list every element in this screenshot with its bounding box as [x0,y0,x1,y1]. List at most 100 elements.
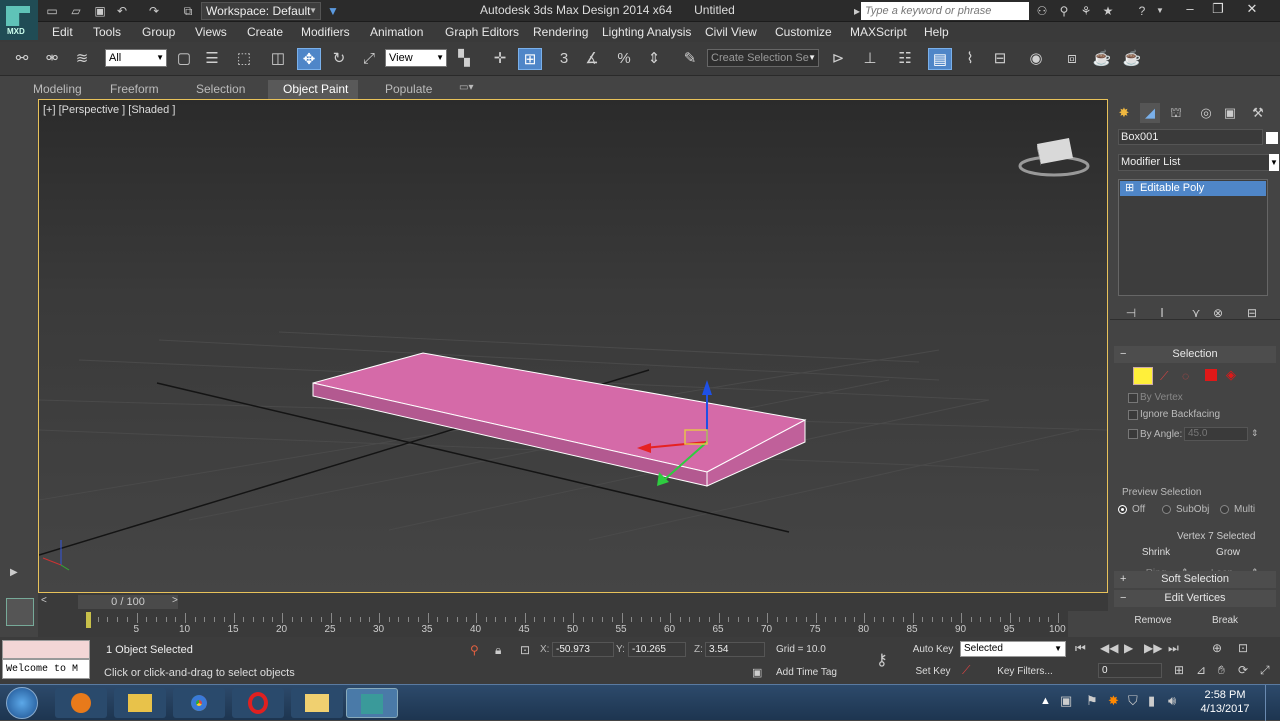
play-icon[interactable]: ▶ [1124,641,1133,655]
menu-civil-view[interactable]: Civil View [705,25,757,39]
key-icon[interactable]: ⚲ [1056,3,1072,19]
tray-flag-icon[interactable]: ⚑ [1086,693,1098,709]
material-editor-icon[interactable]: ◉ [1024,48,1048,70]
ignore-backfacing-checkbox[interactable] [1128,410,1138,420]
show-hidden-icons-icon[interactable]: ▲ [1040,695,1051,707]
tray-volume-icon[interactable]: 🔊︎ [1168,693,1176,709]
tangent-type-icon[interactable]: ⟋ [962,663,970,678]
auto-key-button[interactable]: Auto Key [910,641,956,658]
pan-icon[interactable]: ✋︎ [1218,663,1225,678]
workspace-dropdown[interactable]: Workspace: Default ▼ [201,2,321,20]
vertex-mode-icon[interactable] [1133,367,1153,385]
new-file-icon[interactable]: ▭ [44,3,60,19]
viewport-scene[interactable] [39,100,1108,593]
modifier-stack[interactable]: ⊞ Editable Poly [1118,179,1268,296]
render-setup-icon[interactable]: ⧈ [1060,48,1084,70]
menu-edit[interactable]: Edit [52,25,73,39]
edge-mode-icon[interactable]: ⟋ [1160,369,1168,384]
spinner-snap-icon[interactable]: ⇕ [642,48,666,70]
orbit-icon[interactable]: ⟳ [1238,663,1248,677]
mini-curve-editor-icon[interactable] [6,598,34,626]
menu-animation[interactable]: Animation [370,25,423,39]
render-production-icon[interactable]: ☕ [1120,48,1144,70]
maximize-viewport-icon[interactable]: ⤢ [1260,663,1270,678]
start-button-icon[interactable] [6,687,38,719]
y-coordinate-field[interactable]: -10.265 [628,642,686,657]
break-button[interactable]: Break [1202,612,1248,629]
go-to-end-icon[interactable]: ⏭ [1168,641,1179,656]
spinner-icon[interactable]: ⇕ [1251,428,1259,439]
next-frame-icon[interactable]: ▶▶ [1144,641,1162,655]
tab-populate[interactable]: Populate [385,82,432,96]
soft-selection-rollout-header[interactable]: + Soft Selection [1114,571,1276,588]
select-object-icon[interactable]: ▢ [172,48,196,70]
menu-graph-editors[interactable]: Graph Editors [445,25,519,39]
ribbon-options-icon[interactable]: ▭▾ [459,82,473,93]
hierarchy-panel-icon[interactable]: ⛫ [1166,103,1186,123]
rendered-frame-window-icon[interactable]: ☕ [1090,48,1114,70]
menu-rendering[interactable]: Rendering [533,25,588,39]
key-icon[interactable]: ⚷ [876,650,888,670]
menu-lighting-analysis[interactable]: Lighting Analysis [602,25,691,39]
maxscript-listener-top[interactable] [2,640,90,659]
utilities-panel-icon[interactable]: ⚒ [1248,103,1268,123]
track-bar[interactable]: 5 10 15 20 25 30 35 40 45 50 55 60 65 70 75 80 85 90 95 100 [38,611,1068,637]
angle-threshold-input[interactable]: 45.0 [1184,427,1248,441]
absolute-mode-icon[interactable]: ⊡ [520,643,530,657]
tab-modeling[interactable]: Modeling [33,82,82,96]
unlink-icon[interactable]: ⚮ [40,48,64,70]
select-and-rotate-icon[interactable]: ↻ [327,48,351,70]
graphite-toggle-icon[interactable]: ▤ [928,48,952,70]
menu-create[interactable]: Create [247,25,283,39]
taskbar-opera-icon[interactable] [232,688,284,718]
lock-selection-icon[interactable]: 🔒︎ [495,643,501,658]
current-frame-marker[interactable] [86,612,91,628]
preview-subobj-radio[interactable] [1162,505,1171,514]
expand-plus-icon[interactable]: ⊞ [1125,181,1134,196]
motion-panel-icon[interactable]: ◎ [1196,103,1216,123]
taskbar-clock[interactable]: 2:58 PM 4/13/2017 [1195,688,1255,716]
keyboard-shortcut-override-icon[interactable]: ⊞ [518,48,542,70]
time-config-icon[interactable]: ⊞ [1174,663,1184,677]
taskbar-chrome-icon[interactable] [173,688,225,718]
mirror-icon[interactable]: ⊳ [826,48,850,70]
add-time-tag-button[interactable]: Add Time Tag [776,667,837,678]
taskbar-media-player-icon[interactable] [55,688,107,718]
object-color-swatch[interactable] [1266,132,1278,144]
by-angle-checkbox[interactable] [1128,429,1138,439]
application-menu-button[interactable]: MXD [0,0,38,40]
show-desktop-button[interactable] [1265,685,1279,721]
select-by-name-icon[interactable]: ☰ [200,48,224,70]
tray-security-icon[interactable]: ⛉ [1128,693,1138,709]
taskbar-folder-icon[interactable] [291,688,343,718]
angle-snap-icon[interactable]: ∡ [580,48,604,70]
object-name-field[interactable]: Box001 [1118,129,1263,145]
search-input[interactable]: Type a keyword or phrase [861,2,1029,20]
save-icon[interactable]: ▣ [92,3,108,19]
z-coordinate-field[interactable]: 3.54 [705,642,765,657]
menu-help[interactable]: Help [924,25,949,39]
border-mode-icon[interactable]: ◌ [1182,369,1189,383]
maxscript-mini-listener[interactable]: Welcome to M [2,659,90,679]
taskbar-explorer-icon[interactable] [114,688,166,718]
prev-frame-arrow-icon[interactable]: < [41,595,47,606]
select-and-move-icon[interactable]: ✥ [297,48,321,70]
chevron-down-icon[interactable]: ▼ [1152,3,1168,19]
window-crossing-icon[interactable]: ◫ [266,48,290,70]
time-slider-knob[interactable]: 0 / 100 [78,595,178,609]
time-tag-icon[interactable]: ▣ [752,666,762,679]
open-file-icon[interactable]: ▱ [68,3,84,19]
favorites-icon[interactable]: ★ [1100,3,1116,19]
current-frame-field[interactable]: 0 [1098,663,1162,678]
pivot-center-icon[interactable]: ▚ [452,48,476,70]
polygon-mode-icon[interactable] [1205,369,1217,381]
workspace-expand-icon[interactable]: ▼ [325,3,341,19]
viewport-label[interactable]: [+] [Perspective ] [Shaded ] [43,104,175,116]
bind-spacewarp-icon[interactable]: ≋ [70,48,94,70]
link-icon[interactable]: ⚯ [10,48,34,70]
by-vertex-checkbox[interactable] [1128,393,1138,403]
named-selection-dropdown[interactable]: Create Selection Se ▼ [707,49,819,67]
tab-freeform[interactable]: Freeform [110,82,159,96]
tray-network-icon[interactable]: ▣ [1060,693,1072,709]
edit-named-selection-icon[interactable]: ✎ [678,48,702,70]
